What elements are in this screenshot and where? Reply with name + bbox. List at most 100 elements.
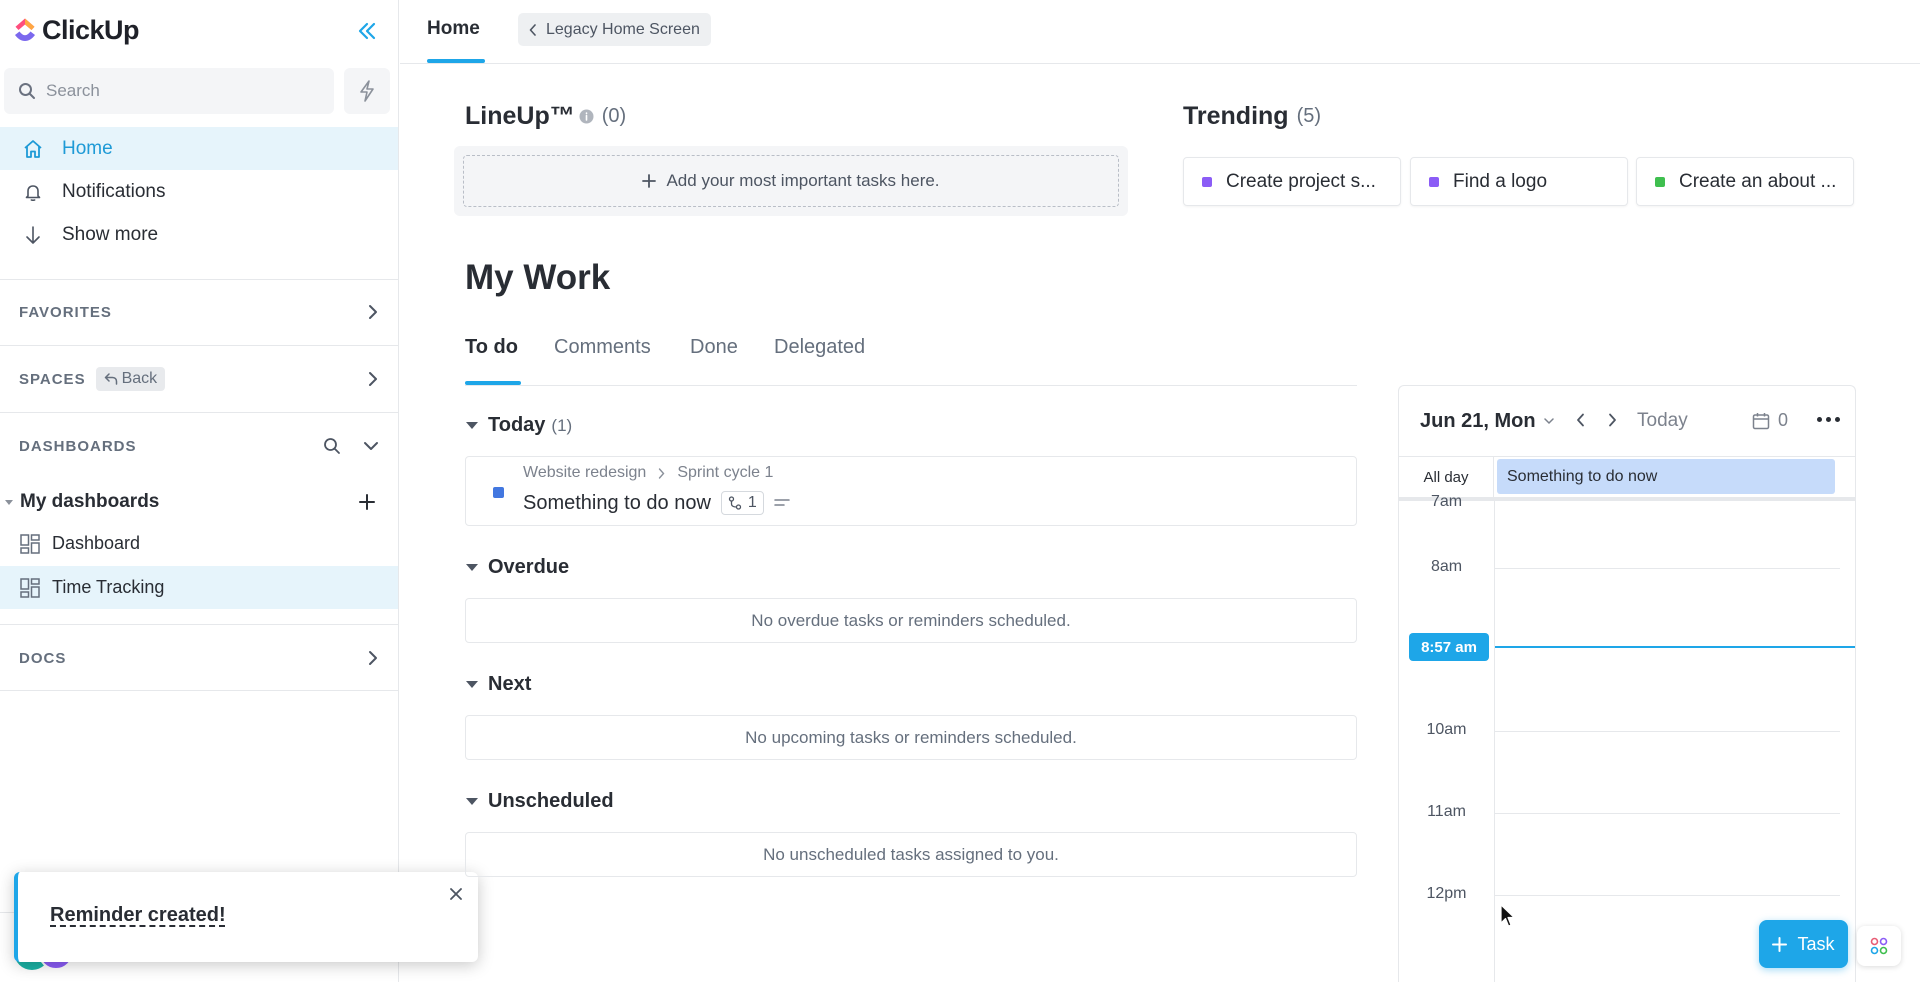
nav-item-notifications[interactable]: Notifications xyxy=(0,170,398,213)
tab-to-do[interactable]: To do xyxy=(465,336,518,359)
tab-home[interactable]: Home xyxy=(427,18,480,40)
docs-section[interactable]: DOCS xyxy=(19,643,379,673)
divider xyxy=(0,345,398,346)
spaces-back-button[interactable]: Back xyxy=(95,367,166,391)
more-options-icon[interactable] xyxy=(1817,417,1840,422)
toast-message[interactable]: Reminder created! xyxy=(50,904,226,927)
chevron-left-icon xyxy=(529,23,536,36)
tab-delegated[interactable]: Delegated xyxy=(774,336,865,359)
tab-active-indicator xyxy=(427,59,485,63)
lineup-label: LineUp™ xyxy=(465,102,575,130)
caret-down-icon xyxy=(466,422,478,429)
event-count: 0 xyxy=(1778,410,1789,430)
dashboard-icon xyxy=(20,577,40,598)
chevron-right-icon xyxy=(369,305,377,319)
quick-actions-button[interactable] xyxy=(344,68,390,114)
nav-item-home[interactable]: Home xyxy=(0,127,398,170)
nav-item-show-more[interactable]: Show more xyxy=(0,213,398,256)
apps-grid-icon xyxy=(1870,937,1888,955)
trending-item[interactable]: Create project s... xyxy=(1183,157,1401,206)
hour-line xyxy=(1495,731,1840,732)
lineup-dropzone[interactable]: Add your most important tasks here. xyxy=(454,146,1128,216)
logo[interactable]: ClickUp xyxy=(12,10,392,50)
hour-line xyxy=(1495,568,1840,569)
calendar-today-button[interactable]: Today xyxy=(1637,410,1688,432)
legacy-home-button[interactable]: Legacy Home Screen xyxy=(518,13,711,46)
status-square[interactable] xyxy=(493,487,504,498)
clickup-logo-icon xyxy=(15,18,35,41)
trending-item[interactable]: Create an about ... xyxy=(1636,157,1854,206)
dashboards-section: DASHBOARDS xyxy=(19,431,379,461)
new-task-button[interactable]: Task xyxy=(1759,920,1848,968)
calendar-icon xyxy=(1752,412,1770,429)
tab-comments[interactable]: Comments xyxy=(554,336,651,359)
calendar-event-count[interactable]: 0 xyxy=(1752,410,1788,431)
lineup-title: LineUp™ (0) xyxy=(465,102,626,131)
chevron-right-icon xyxy=(369,651,377,665)
search-box[interactable] xyxy=(4,68,334,114)
search-icon xyxy=(19,83,35,99)
hour-line xyxy=(1495,895,1840,896)
task-list-name[interactable]: Website redesign xyxy=(523,464,646,482)
hour-label: 11am xyxy=(1427,803,1466,820)
chevron-down-icon[interactable] xyxy=(363,440,379,452)
calendar-event[interactable]: Something to do now xyxy=(1497,459,1835,494)
hour-label: 12pm xyxy=(1426,885,1467,902)
docs-label: DOCS xyxy=(19,649,67,667)
tab-active-indicator xyxy=(465,381,521,385)
current-time-line xyxy=(1495,646,1855,648)
calendar-prev-button[interactable] xyxy=(1571,410,1589,430)
collapse-sidebar-button[interactable] xyxy=(354,18,380,44)
favorites-section[interactable]: FAVORITES xyxy=(19,297,379,327)
hour-label: 7am xyxy=(1430,493,1463,510)
dashboards-label: DASHBOARDS xyxy=(19,437,137,455)
dashboard-label: Time Tracking xyxy=(52,577,165,597)
group-today[interactable]: Today (1) xyxy=(466,414,572,437)
lineup-add-button[interactable]: Add your most important tasks here. xyxy=(463,155,1119,207)
close-icon xyxy=(450,888,462,900)
favorites-label: FAVORITES xyxy=(19,303,112,321)
task-title[interactable]: Something to do now 1 xyxy=(523,491,790,515)
tab-done[interactable]: Done xyxy=(690,336,738,359)
divider xyxy=(0,412,398,413)
task-row[interactable]: Website redesign Sprint cycle 1 Somethin… xyxy=(465,456,1357,526)
subtask-count[interactable]: 1 xyxy=(720,491,764,515)
trending-item[interactable]: Find a logo xyxy=(1410,157,1628,206)
dashboard-label: Dashboard xyxy=(52,533,141,553)
caret-down-icon xyxy=(466,798,478,805)
subtask-icon xyxy=(728,496,742,510)
unscheduled-empty-state: No unscheduled tasks assigned to you. xyxy=(465,832,1357,877)
hour-label: 8am xyxy=(1430,558,1463,575)
back-label: Back xyxy=(121,370,158,387)
plus-icon[interactable] xyxy=(358,493,376,511)
group-overdue[interactable]: Overdue xyxy=(466,556,569,579)
calendar-next-button[interactable] xyxy=(1603,410,1621,430)
reminder-toast: Reminder created! xyxy=(14,872,478,962)
task-name[interactable]: Something to do now xyxy=(523,492,711,515)
calendar-date-picker[interactable]: Jun 21, Mon xyxy=(1420,410,1554,433)
task-sprint-name[interactable]: Sprint cycle 1 xyxy=(677,464,773,482)
task-breadcrumb: Website redesign Sprint cycle 1 xyxy=(523,464,773,482)
group-next[interactable]: Next xyxy=(466,673,531,696)
bell-icon xyxy=(25,184,41,201)
dashboard-item-dashboard[interactable]: Dashboard xyxy=(0,522,398,565)
search-input[interactable] xyxy=(46,81,286,101)
group-unscheduled[interactable]: Unscheduled xyxy=(466,790,614,813)
toast-close-button[interactable] xyxy=(446,884,466,904)
empty-message: No upcoming tasks or reminders scheduled… xyxy=(745,727,1077,747)
trending-item-label: Create project s... xyxy=(1226,170,1376,192)
search-icon[interactable] xyxy=(323,437,341,455)
group-label: Overdue xyxy=(488,556,570,578)
calendar-grid[interactable]: 7am 8am 10am 11am 12pm 8:57 am xyxy=(1399,493,1855,982)
next-empty-state: No upcoming tasks or reminders scheduled… xyxy=(465,715,1357,760)
apps-button[interactable] xyxy=(1857,926,1901,966)
home-icon xyxy=(24,139,42,158)
status-square xyxy=(1202,176,1212,187)
nav-label: Home xyxy=(62,137,113,159)
my-dashboards-folder[interactable]: My dashboards xyxy=(0,487,398,517)
hour-label: 10am xyxy=(1426,721,1467,738)
dashboard-item-time-tracking[interactable]: Time Tracking xyxy=(0,566,398,609)
spaces-section[interactable]: SPACES Back xyxy=(19,364,379,394)
lightning-icon xyxy=(360,80,374,102)
info-icon[interactable] xyxy=(579,109,594,124)
